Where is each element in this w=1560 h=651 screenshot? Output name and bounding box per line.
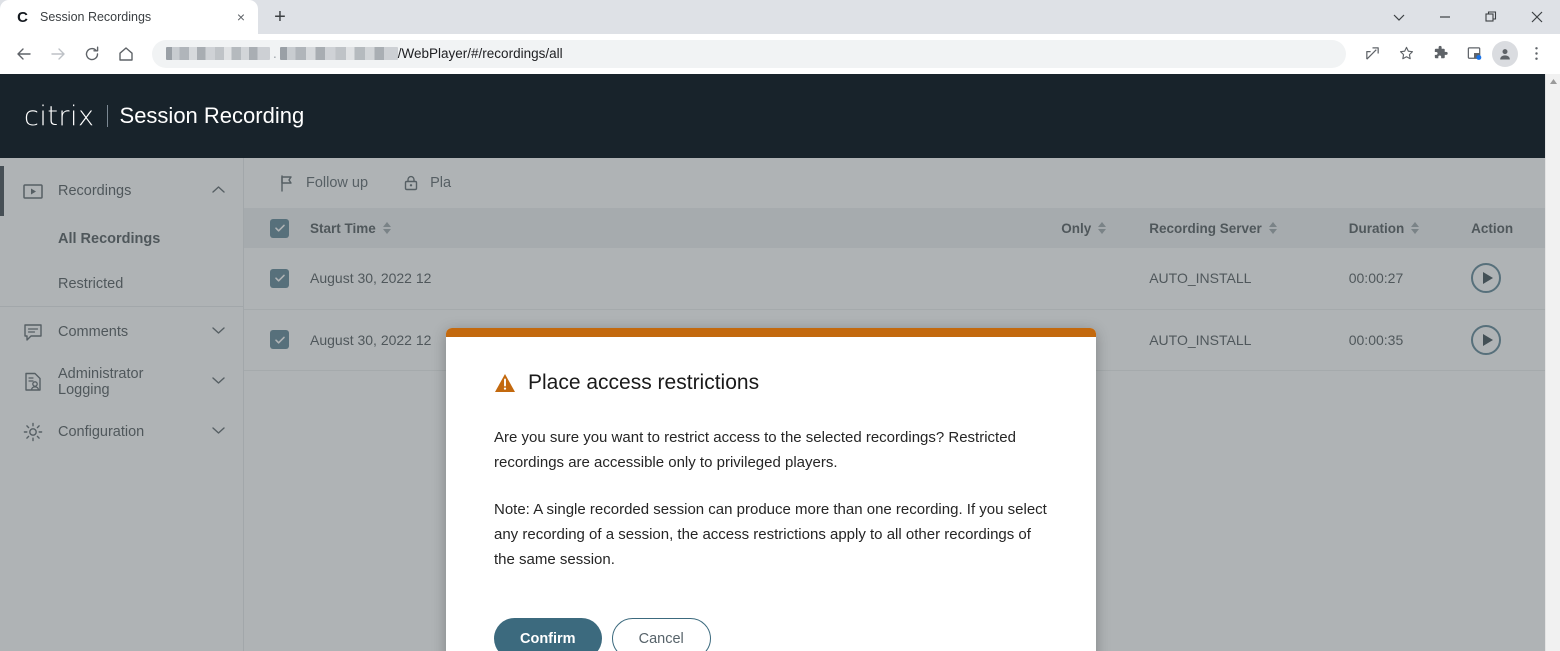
dialog-paragraph-2: Note: A single recorded session can prod… [494, 501, 1047, 568]
restore-icon[interactable] [1468, 0, 1514, 34]
dialog-title: Place access restrictions [528, 371, 760, 394]
app-header: citrix Session Recording [0, 74, 1545, 196]
citrix-logo: citrix [24, 100, 95, 132]
web-application: citrix Session Recording Search by host … [0, 74, 1545, 651]
url-redacted-host [166, 47, 270, 60]
forward-icon[interactable] [42, 38, 74, 70]
dialog-accent-bar [446, 328, 1096, 337]
window-controls [1376, 0, 1560, 34]
tab-title: Session Recordings [40, 10, 152, 24]
browser-toolbar: . /WebPlayer/#/recordings/all [0, 34, 1560, 74]
warning-triangle-icon [494, 373, 516, 393]
chevron-down-icon[interactable] [1376, 0, 1422, 34]
profile-avatar[interactable] [1492, 40, 1518, 67]
scroll-up-arrow-icon[interactable] [1546, 74, 1560, 89]
split-screen-icon[interactable] [1458, 38, 1490, 70]
browser-menu-icon[interactable] [1520, 38, 1552, 70]
app-body: Recordings All Recordings Restricted Com… [0, 158, 1545, 651]
back-icon[interactable] [8, 38, 40, 70]
browser-window: C Session Recordings × + . /WebPlayer/#/… [0, 0, 1560, 651]
home-icon[interactable] [110, 38, 142, 70]
brand-divider [106, 105, 108, 127]
dialog-actions: Confirm Cancel [494, 618, 1048, 651]
close-tab-icon[interactable]: × [232, 8, 250, 26]
close-window-icon[interactable] [1514, 0, 1560, 34]
cancel-button[interactable]: Cancel [611, 618, 711, 651]
place-access-restrictions-dialog: Place access restrictions Are you sure y… [446, 328, 1096, 651]
dialog-title-row: Place access restrictions [494, 371, 1048, 395]
citrix-favicon: C [17, 8, 28, 26]
reload-icon[interactable] [76, 38, 108, 70]
dialog-paragraph-1: Are you sure you want to restrict access… [494, 429, 1016, 471]
toolbar-right-icons [1356, 38, 1552, 70]
share-icon[interactable] [1356, 38, 1388, 70]
address-bar[interactable]: . /WebPlayer/#/recordings/all [152, 39, 1346, 68]
browser-tab[interactable]: C Session Recordings × [0, 0, 258, 34]
new-tab-button[interactable]: + [266, 3, 294, 31]
minimize-icon[interactable] [1422, 0, 1468, 34]
tab-strip: C Session Recordings × + [0, 0, 1560, 34]
extensions-icon[interactable] [1424, 38, 1456, 70]
app-title: Session Recording [119, 103, 305, 128]
bookmark-star-icon[interactable] [1390, 38, 1422, 70]
brand: citrix Session Recording [24, 101, 304, 132]
confirm-button[interactable]: Confirm [494, 618, 602, 651]
url-path: /WebPlayer/#/recordings/all [397, 46, 563, 61]
page-scrollbar[interactable] [1545, 74, 1560, 651]
url-redacted-domain [279, 47, 398, 60]
